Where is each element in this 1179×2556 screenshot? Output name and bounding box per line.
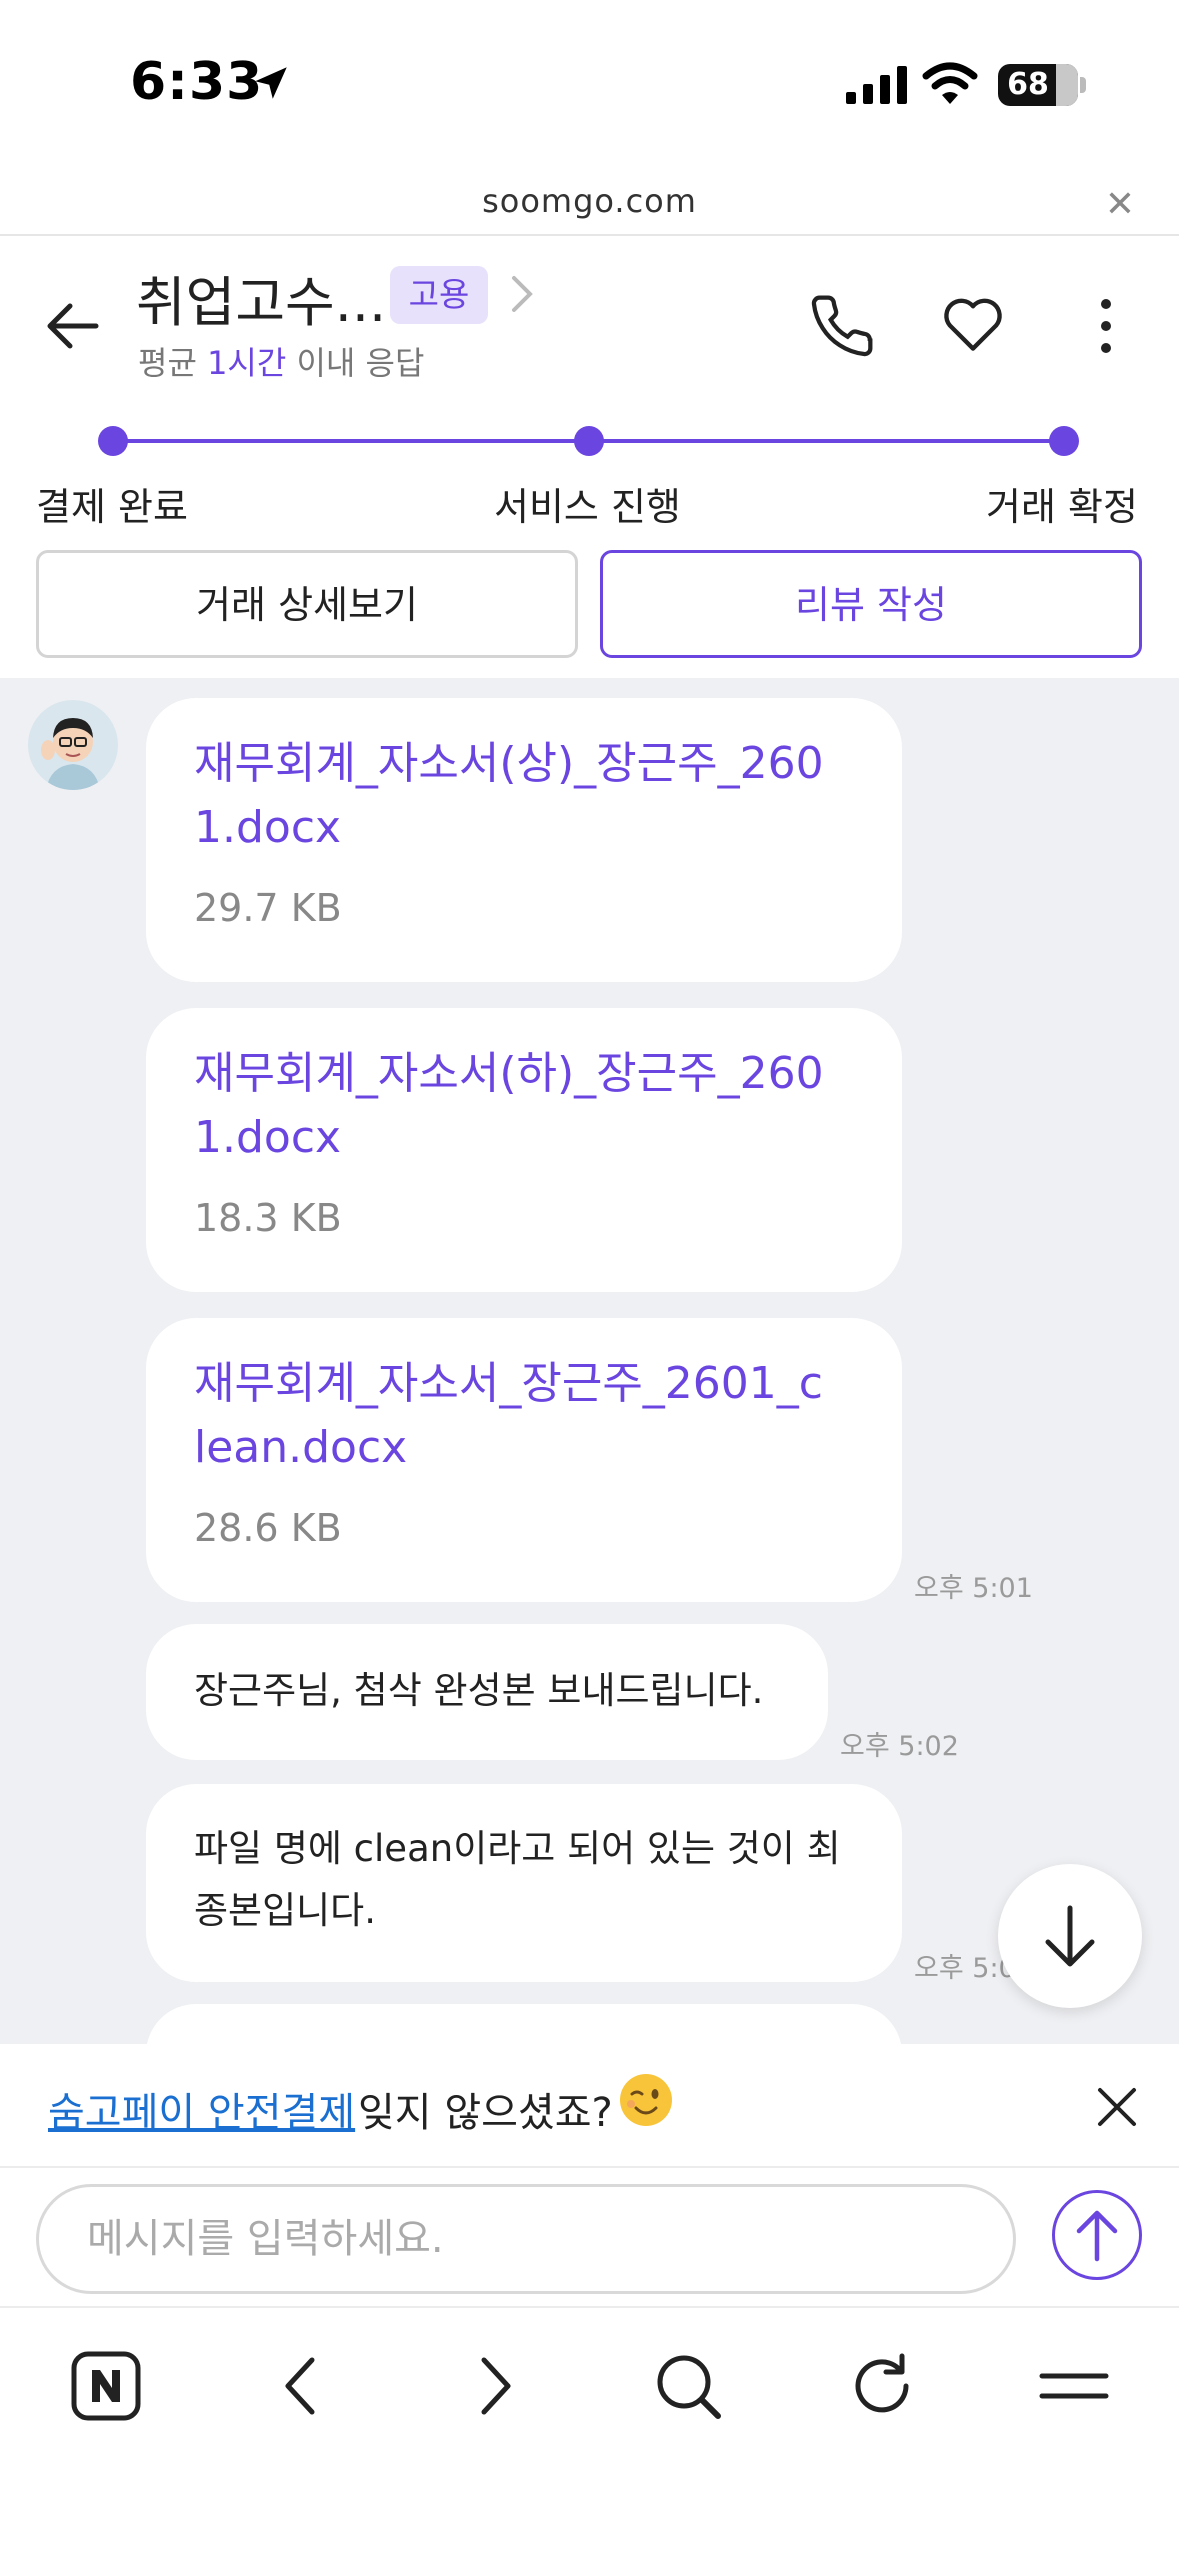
file-name-2[interactable]: 재무회계_자소서(하)_장근주_2601.docx xyxy=(194,1042,834,1170)
scroll-down-icon xyxy=(1045,1905,1095,1967)
response-time: 평균 1시간 이내 응답 xyxy=(138,344,425,382)
menu-icon[interactable] xyxy=(1038,2350,1110,2422)
scroll-down-button[interactable] xyxy=(998,1864,1142,2008)
search-icon[interactable] xyxy=(652,2350,724,2422)
write-review-button[interactable]: 리뷰 작성 xyxy=(600,550,1142,658)
chevron-right-icon[interactable] xyxy=(508,272,538,316)
status-time: 6:33 xyxy=(130,52,264,112)
more-vertical-icon[interactable] xyxy=(1094,296,1118,356)
deal-detail-button[interactable]: 거래 상세보기 xyxy=(36,550,578,658)
avatar[interactable] xyxy=(28,700,118,790)
browser-forward-icon[interactable] xyxy=(464,2350,524,2422)
browser-back-icon[interactable] xyxy=(272,2350,332,2422)
message-timestamp: 오후 5:02 xyxy=(840,1731,959,1762)
location-arrow-icon xyxy=(255,67,287,99)
progress-dot-confirm xyxy=(1049,426,1079,456)
file-size-3: 28.6 KB xyxy=(194,1506,342,1550)
provider-name[interactable]: 취업고수... xyxy=(136,258,386,337)
chat-header: 취업고수... 고용 평균 1시간 이내 응답 결제 완료 서비스 진행 거래 … xyxy=(0,236,1179,676)
message-timestamp: 오후 5:01 xyxy=(914,1573,1033,1604)
message-text-1: 장근주님, 첨삭 완성본 보내드립니다. xyxy=(194,1669,764,1712)
safe-pay-notice: 숨고페이 안전결제 잊지 않으셨죠? xyxy=(0,2044,1179,2168)
battery-indicator: 68 xyxy=(998,64,1078,106)
close-icon[interactable] xyxy=(1096,2086,1138,2128)
text-message-2[interactable]: 파일 명에 clean이라고 되어 있는 것이 최종본입니다. xyxy=(146,1784,902,1982)
wifi-icon xyxy=(922,62,978,104)
browser-toolbar xyxy=(0,2310,1179,2556)
chat-area[interactable]: 재무회계_자소서(상)_장근주_2601.docx 29.7 KB 재무회계_자… xyxy=(0,678,1179,2044)
phone-icon[interactable] xyxy=(808,292,876,360)
url-text[interactable]: soomgo.com xyxy=(0,182,1179,220)
progress-dot-service xyxy=(574,426,604,456)
back-arrow-icon[interactable] xyxy=(42,296,102,356)
close-icon[interactable]: ✕ xyxy=(1105,184,1135,225)
step-service: 서비스 진행 xyxy=(494,485,681,529)
text-message-1[interactable]: 장근주님, 첨삭 완성본 보내드립니다. xyxy=(146,1624,828,1760)
heart-icon[interactable] xyxy=(940,294,1006,354)
file-message-3[interactable]: 재무회계_자소서_장근주_2601_clean.docx 28.6 KB xyxy=(146,1318,902,1602)
send-icon xyxy=(1076,2210,1118,2262)
message-input[interactable] xyxy=(36,2184,1016,2294)
file-name-1[interactable]: 재무회계_자소서(상)_장근주_2601.docx xyxy=(194,732,834,860)
file-size-2: 18.3 KB xyxy=(194,1196,342,1240)
wink-emoji-icon xyxy=(620,2074,672,2126)
safe-pay-link[interactable]: 숨고페이 안전결제 xyxy=(48,2080,355,2138)
status-bar: 6:33 68 xyxy=(0,0,1179,170)
file-message-2[interactable]: 재무회계_자소서(하)_장근주_2601.docx 18.3 KB xyxy=(146,1008,902,1292)
hire-badge: 고용 xyxy=(390,266,488,324)
signal-icon xyxy=(846,66,907,104)
step-paid: 결제 완료 xyxy=(36,485,188,529)
step-confirm: 거래 확정 xyxy=(986,485,1138,529)
file-name-3[interactable]: 재무회계_자소서_장근주_2601_clean.docx xyxy=(194,1352,834,1480)
text-message-3[interactable] xyxy=(146,2004,902,2044)
file-size-1: 29.7 KB xyxy=(194,886,342,930)
refresh-icon[interactable] xyxy=(846,2350,918,2422)
file-message-1[interactable]: 재무회계_자소서(상)_장근주_2601.docx 29.7 KB xyxy=(146,698,902,982)
notice-text: 잊지 않으셨죠? xyxy=(358,2090,613,2136)
progress-dot-paid xyxy=(98,426,128,456)
naver-icon[interactable] xyxy=(70,2350,142,2422)
send-button[interactable] xyxy=(1052,2190,1142,2280)
message-composer xyxy=(0,2168,1179,2308)
message-text-2: 파일 명에 clean이라고 되어 있는 것이 최종본입니다. xyxy=(194,1827,841,1932)
browser-url-bar: soomgo.com ✕ xyxy=(0,170,1179,236)
